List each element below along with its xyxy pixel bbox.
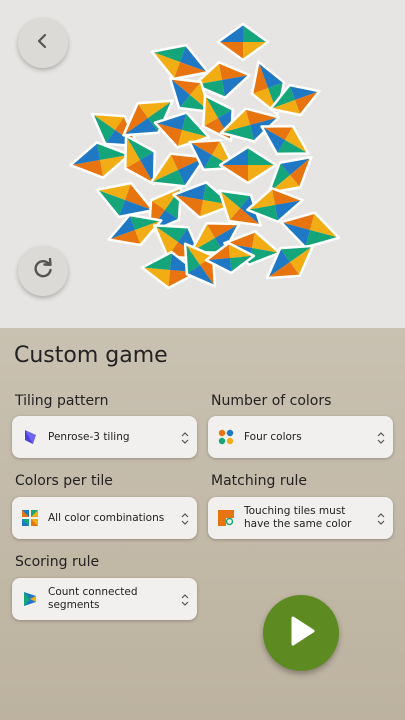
matching-rule-value: Touching tiles must have the same color — [244, 505, 352, 530]
colors-per-tile-value: All color combinations — [48, 511, 165, 524]
colors-per-tile-select[interactable]: All color combinations — [12, 497, 197, 539]
refresh-icon — [32, 257, 54, 284]
number-of-colors-select[interactable]: Four colors — [208, 416, 393, 458]
colors-per-tile-label: Colors per tile — [15, 473, 113, 489]
segment-icon — [22, 591, 38, 607]
chevron-left-icon — [35, 33, 51, 53]
matching-tile-icon — [218, 510, 234, 526]
puzzle-board[interactable] — [0, 0, 405, 328]
number-of-colors-value: Four colors — [244, 430, 302, 443]
refresh-button[interactable] — [18, 246, 68, 296]
expand-chevron-icon — [377, 430, 385, 444]
settings-panel: Custom game Tiling pattern Penrose-3 til… — [0, 328, 405, 720]
four-dots-icon — [218, 429, 234, 445]
color-combinations-icon — [22, 510, 38, 526]
expand-chevron-icon — [377, 511, 385, 525]
tiling-pattern-label: Tiling pattern — [15, 393, 109, 409]
expand-chevron-icon — [181, 592, 189, 606]
expand-chevron-icon — [181, 511, 189, 525]
scoring-rule-value: Count connected segments — [48, 586, 138, 611]
back-button[interactable] — [18, 18, 68, 68]
page-title: Custom game — [14, 343, 168, 368]
number-of-colors-label: Number of colors — [211, 393, 332, 409]
puzzle-tile[interactable] — [216, 22, 270, 62]
scoring-rule-select[interactable]: Count connected segments — [12, 578, 197, 620]
matching-rule-select[interactable]: Touching tiles must have the same color — [208, 497, 393, 539]
puzzle-tile[interactable] — [218, 145, 278, 185]
play-button[interactable] — [263, 595, 339, 671]
tiling-pattern-select[interactable]: Penrose-3 tiling — [12, 416, 197, 458]
scoring-rule-label: Scoring rule — [15, 554, 100, 570]
matching-rule-label: Matching rule — [211, 473, 307, 489]
play-icon — [284, 614, 318, 652]
tiling-pattern-value: Penrose-3 tiling — [48, 430, 130, 443]
expand-chevron-icon — [181, 430, 189, 444]
penrose-rhomb-icon — [22, 429, 38, 445]
